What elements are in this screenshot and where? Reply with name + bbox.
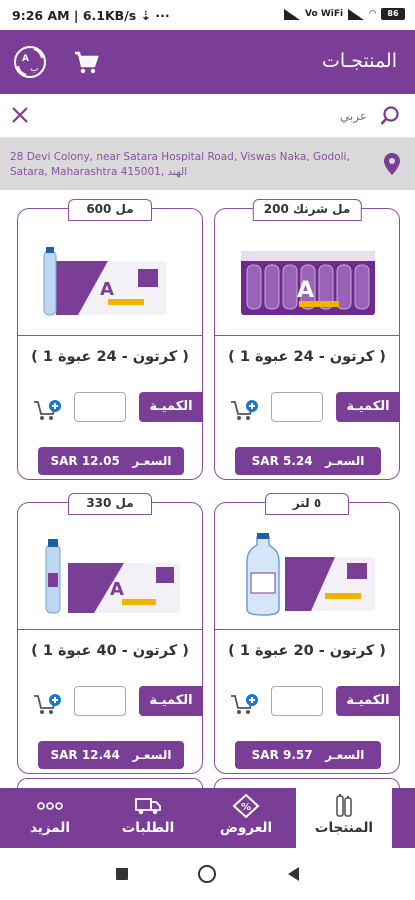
nav-label: الطلبات [121,820,175,836]
card-divider [18,335,202,336]
cart-icon[interactable] [72,48,100,76]
language-switch-icon[interactable]: A ب [12,44,48,80]
quantity-label: الكميـة [139,686,203,716]
card-divider [215,335,399,336]
svg-text:A: A [100,279,114,300]
add-to-cart-icon[interactable] [229,692,259,716]
search-input[interactable] [67,104,367,128]
product-pack: ( 1 كرتون - 24 عبوة ) [228,349,386,365]
search-icon[interactable] [379,105,401,127]
orders-truck-icon [135,798,161,815]
app-bar: A ب المنتجـات [0,30,415,94]
system-nav-bar [0,848,415,900]
back-button[interactable] [288,867,299,881]
add-to-cart-icon[interactable] [229,398,259,422]
more-dots-icon [37,802,63,810]
price-value: SAR 12.44 [50,748,120,762]
nav-label: المزيد [29,820,70,836]
product-size: ٥ لتر [265,493,349,515]
nav-label: المنتجات [314,820,374,836]
status-time: 9:26 AM [12,8,70,23]
price-label: السعـر [132,748,172,762]
product-price: SAR 5.24 السعـر [235,447,381,475]
price-label: السعـر [325,748,365,762]
price-label: السعـر [325,454,365,468]
status-bar: 9:26 AM | 6.1KB/s ⇣ ··· Vo WiFi ◠ 86 [0,0,415,30]
nav-item-more[interactable]: المزيد [2,788,98,848]
product-pack: ( 1 كرتون - 20 عبوة ) [228,643,386,659]
status-right: Vo WiFi ◠ 86 [284,8,405,20]
quantity-input[interactable] [74,392,126,422]
wifi-icon: ◠ [369,9,376,19]
location-address: 28 Devi Colony, near Satara Hospital Roa… [10,151,350,178]
quantity-input[interactable] [74,686,126,716]
nav-item-orders[interactable]: الطلبات [100,788,196,848]
bottom-nav: المنتجات % العروض الطلبات المزيد [0,788,415,848]
home-button[interactable] [198,865,216,883]
add-to-cart-icon[interactable] [32,398,62,422]
product-size: 330 مل [68,493,152,515]
product-card-partial [214,778,400,788]
search-bar [0,94,415,138]
add-to-cart-icon[interactable] [32,692,62,716]
nav-item-products[interactable]: المنتجات [296,788,392,848]
product-card[interactable]: ٥ لتر ( 1 كرتون - 20 عبوة ) الكميـة SAR … [214,493,400,774]
quantity-input[interactable] [271,686,323,716]
svg-text:A: A [110,579,124,600]
product-card[interactable]: 200 مل شرنك A ( 1 كرتون - 24 عبوة ) الكم… [214,199,400,480]
network-label: Vo WiFi [305,9,344,19]
offers-icon: % [232,794,260,818]
price-value: SAR 9.57 [251,748,313,762]
card-divider [215,629,399,630]
price-label: السعـر [132,454,172,468]
location-pin-icon [384,153,400,175]
price-value: SAR 5.24 [251,454,313,468]
signal-icon [284,8,301,20]
product-price: SAR 12.44 السعـر [38,741,184,769]
status-left: 9:26 AM | 6.1KB/s ⇣ ··· [12,8,170,23]
quantity-label: الكميـة [336,392,400,422]
app-screen: 9:26 AM | 6.1KB/s ⇣ ··· Vo WiFi ◠ 86 A ب… [0,0,415,900]
product-image: A [43,247,166,316]
close-icon[interactable] [10,105,30,125]
signal-icon-2 [348,8,365,20]
product-image: A [45,539,180,614]
product-pack: ( 1 كرتون - 40 عبوة ) [31,643,189,659]
product-image [246,533,375,616]
nav-label: العروض [219,820,273,836]
price-value: SAR 12.05 [50,454,120,468]
product-card-partial [17,778,203,788]
quantity-label: الكميـة [336,686,400,716]
svg-text:A: A [297,278,314,303]
nav-item-offers[interactable]: % العروض [198,788,294,848]
product-pack: ( 1 كرتون - 24 عبوة ) [31,349,189,365]
card-divider [18,629,202,630]
svg-text:A: A [22,54,29,64]
product-size: 600 مل [68,199,152,221]
product-image: A [241,251,375,315]
product-card[interactable]: 330 مل A ( 1 كرتون - 40 عبوة ) الكميـة S… [17,493,203,774]
products-icon [336,794,352,817]
quantity-input[interactable] [271,392,323,422]
product-size: 200 مل شرنك [252,199,362,221]
recents-button[interactable] [116,868,128,880]
status-speed: 6.1KB/s [82,8,137,23]
product-price: SAR 9.57 السعـر [235,741,381,769]
quantity-label: الكميـة [139,392,203,422]
delivery-location[interactable]: 28 Devi Colony, near Satara Hospital Roa… [0,138,415,190]
svg-text:%: % [241,802,251,813]
battery-icon: 86 [381,8,405,20]
product-price: SAR 12.05 السعـر [38,447,184,475]
page-title: المنتجـات [321,50,397,72]
svg-text:ب: ب [30,64,38,74]
product-card[interactable]: 600 مل A ( 1 كرتون - 24 عبوة ) الكميـة S… [17,199,203,480]
